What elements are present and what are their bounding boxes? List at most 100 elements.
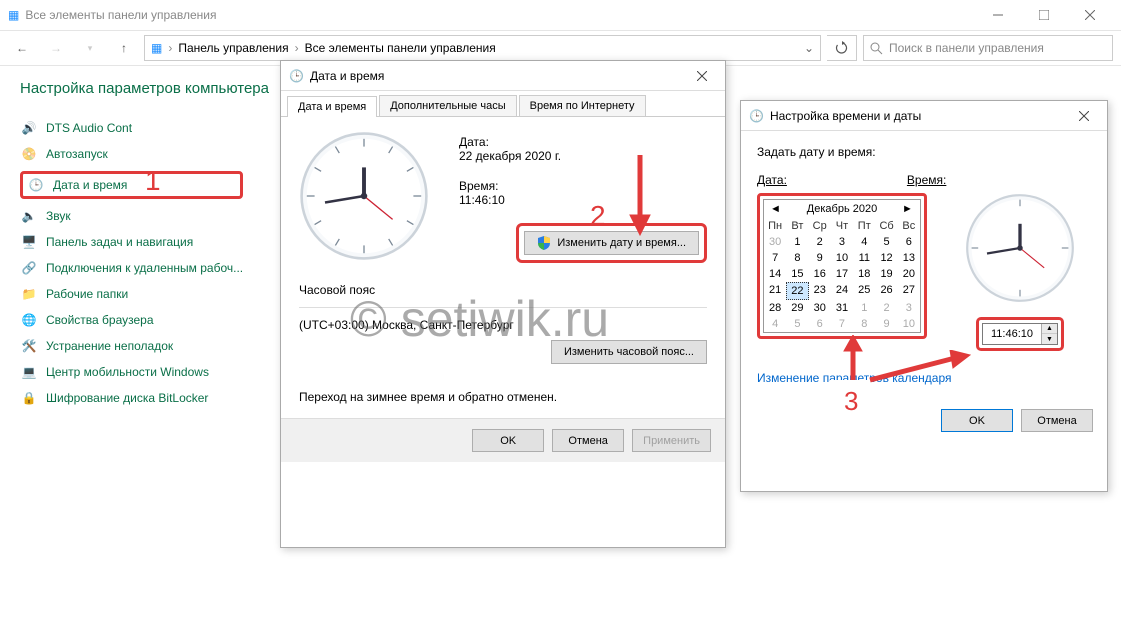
calendar-day[interactable]: 19 <box>875 266 897 282</box>
close-button[interactable] <box>1069 105 1099 127</box>
calendar-day[interactable]: 8 <box>786 250 808 266</box>
calendar-day[interactable]: 2 <box>875 300 897 316</box>
calendar-day[interactable]: 6 <box>809 316 831 332</box>
close-button[interactable] <box>1067 0 1113 30</box>
cancel-button[interactable]: Отмена <box>1021 409 1093 432</box>
calendar-day[interactable]: 7 <box>831 316 853 332</box>
calendar-day[interactable]: 5 <box>786 316 808 332</box>
generic-icon: 🔒 <box>20 389 38 407</box>
list-item[interactable]: 🛠️Устранение неполадок <box>20 337 243 355</box>
calendar-day[interactable]: 7 <box>764 250 786 266</box>
tab-internet-time[interactable]: Время по Интернету <box>519 95 646 116</box>
change-datetime-button[interactable]: Изменить дату и время... <box>524 231 699 255</box>
time-input[interactable]: ▲▼ <box>982 323 1058 345</box>
calendar-weekday: Пн <box>764 218 786 234</box>
time-field[interactable] <box>983 327 1041 341</box>
apply-button[interactable]: Применить <box>632 429 711 452</box>
window-titlebar: ▦ Все элементы панели управления <box>0 0 1121 30</box>
maximize-button[interactable] <box>1021 0 1067 30</box>
calendar-day[interactable]: 1 <box>853 300 875 316</box>
calendar-day[interactable]: 12 <box>875 250 897 266</box>
minimize-button[interactable] <box>975 0 1021 30</box>
back-button[interactable]: ← <box>8 34 36 62</box>
refresh-button[interactable] <box>827 35 857 61</box>
calendar-day[interactable]: 21 <box>764 282 786 300</box>
calendar-day[interactable]: 28 <box>764 300 786 316</box>
list-item[interactable]: 🔊DTS Audio Cont <box>20 119 243 137</box>
next-month-button[interactable]: ► <box>902 203 914 215</box>
search-input[interactable]: Поиск в панели управления <box>863 35 1113 61</box>
calendar-day[interactable]: 3 <box>898 300 920 316</box>
calendar-day[interactable]: 5 <box>875 234 897 250</box>
tab-strip: Дата и время Дополнительные часы Время п… <box>281 91 725 117</box>
list-item[interactable]: 🌐Свойства браузера <box>20 311 243 329</box>
calendar-day[interactable]: 13 <box>898 250 920 266</box>
calendar-day[interactable]: 22 <box>786 282 808 300</box>
calendar-day[interactable]: 10 <box>898 316 920 332</box>
calendar-month[interactable]: Декабрь 2020 <box>807 203 877 215</box>
calendar-day[interactable]: 20 <box>898 266 920 282</box>
cancel-button[interactable]: Отмена <box>552 429 624 452</box>
close-button[interactable] <box>687 65 717 87</box>
calendar-day[interactable]: 9 <box>875 316 897 332</box>
calendar-day[interactable]: 4 <box>764 316 786 332</box>
list-item[interactable]: 🔈Звук <box>20 207 243 225</box>
calendar-day[interactable]: 29 <box>786 300 808 316</box>
cp-item-datetime[interactable]: 🕒Дата и время <box>27 176 236 194</box>
calendar-day[interactable]: 17 <box>831 266 853 282</box>
list-item-label: Панель задач и навигация <box>46 235 193 249</box>
list-item-label: Дата и время <box>53 178 127 192</box>
calendar-day[interactable]: 26 <box>875 282 897 300</box>
calendar-day[interactable]: 23 <box>809 282 831 300</box>
time-spinner[interactable]: ▲▼ <box>1041 324 1057 344</box>
search-placeholder: Поиск в панели управления <box>889 41 1044 55</box>
calendar-day[interactable]: 30 <box>809 300 831 316</box>
calendar-day[interactable]: 11 <box>853 250 875 266</box>
time-label: Время: <box>907 173 946 187</box>
list-item[interactable]: 🔗Подключения к удаленным рабоч... <box>20 259 243 277</box>
address-bar[interactable]: ▦ › Панель управления › Все элементы пан… <box>144 35 821 61</box>
list-item[interactable]: 🔒Шифрование диска BitLocker <box>20 389 243 407</box>
calendar-day[interactable]: 31 <box>831 300 853 316</box>
calendar-day[interactable]: 25 <box>853 282 875 300</box>
calendar-day[interactable]: 1 <box>786 234 808 250</box>
calendar-day[interactable]: 14 <box>764 266 786 282</box>
calendar-day[interactable]: 15 <box>786 266 808 282</box>
tab-datetime[interactable]: Дата и время <box>287 96 377 117</box>
calendar[interactable]: ◄ Декабрь 2020 ► ПнВтСрЧтПтСбВс301234567… <box>763 199 921 333</box>
ok-button[interactable]: OK <box>941 409 1013 432</box>
up-button[interactable]: ↑ <box>110 34 138 62</box>
list-item[interactable]: 📁Рабочие папки <box>20 285 243 303</box>
calendar-day[interactable]: 27 <box>898 282 920 300</box>
calendar-day[interactable]: 8 <box>853 316 875 332</box>
calendar-day[interactable]: 2 <box>809 234 831 250</box>
calendar-day[interactable]: 30 <box>764 234 786 250</box>
change-timezone-button[interactable]: Изменить часовой пояс... <box>551 340 707 364</box>
forward-button[interactable]: → <box>42 34 70 62</box>
list-item[interactable]: 🖥️Панель задач и навигация <box>20 233 243 251</box>
tab-additional-clocks[interactable]: Дополнительные часы <box>379 95 516 116</box>
calendar-grid: ПнВтСрЧтПтСбВс30123456789101112131415161… <box>764 218 920 332</box>
calendar-day[interactable]: 9 <box>809 250 831 266</box>
address-dropdown-icon[interactable]: ⌄ <box>804 41 814 55</box>
generic-icon: 💻 <box>20 363 38 381</box>
recent-dropdown[interactable]: ▾ <box>76 34 104 62</box>
calendar-day[interactable]: 4 <box>853 234 875 250</box>
calendar-day[interactable]: 10 <box>831 250 853 266</box>
list-item-label: Рабочие папки <box>46 287 128 301</box>
datetime-dialog: 🕒 Дата и время Дата и время Дополнительн… <box>280 60 726 548</box>
calendar-day[interactable]: 24 <box>831 282 853 300</box>
prev-month-button[interactable]: ◄ <box>770 203 782 215</box>
analog-clock <box>965 193 1075 303</box>
calendar-day[interactable]: 18 <box>853 266 875 282</box>
list-item[interactable]: 📀Автозапуск <box>20 145 243 163</box>
cp-column-1: 🔊DTS Audio Cont 📀Автозапуск 🕒Дата и время 🔈… <box>20 119 243 407</box>
timezone-value: (UTC+03:00) Москва, Санкт-Петербург <box>299 318 707 332</box>
calendar-day[interactable]: 16 <box>809 266 831 282</box>
calendar-day[interactable]: 3 <box>831 234 853 250</box>
ok-button[interactable]: OK <box>472 429 544 452</box>
breadcrumb-2[interactable]: Все элементы панели управления <box>305 41 496 55</box>
list-item[interactable]: 💻Центр мобильности Windows <box>20 363 243 381</box>
breadcrumb-1[interactable]: Панель управления <box>178 41 288 55</box>
calendar-day[interactable]: 6 <box>898 234 920 250</box>
